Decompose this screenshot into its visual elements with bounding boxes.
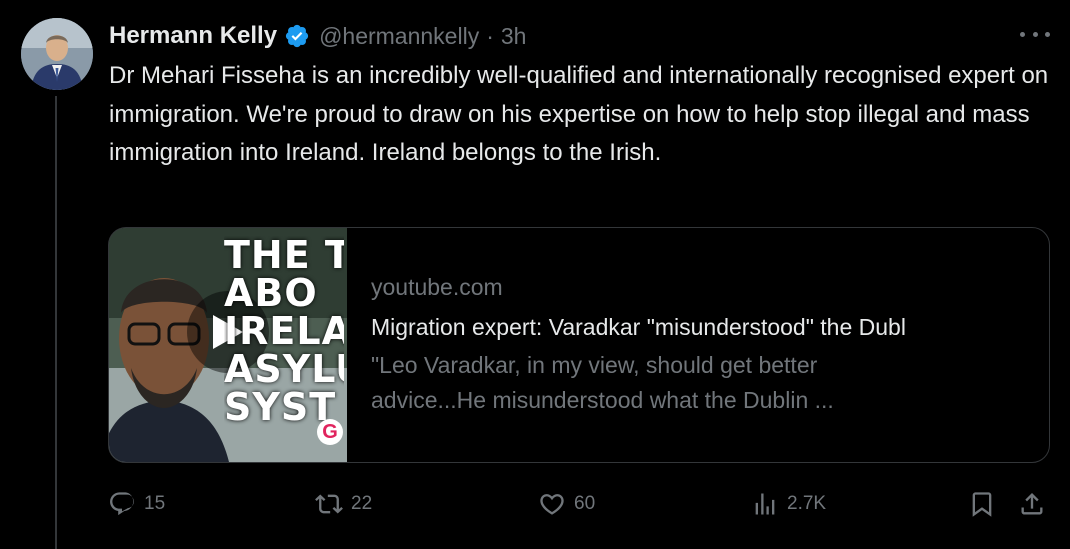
share-button[interactable]	[1018, 486, 1046, 522]
thread-line	[55, 96, 57, 549]
bookmark-button[interactable]	[968, 486, 996, 522]
author-name[interactable]: Hermann Kelly	[109, 22, 277, 50]
repost-icon	[315, 494, 343, 514]
reply-button[interactable]: 15	[108, 486, 165, 522]
card-title: Migration expert: Varadkar "misunderstoo…	[371, 314, 906, 340]
repost-count: 22	[351, 493, 373, 514]
verified-icon[interactable]	[284, 23, 310, 49]
reply-count: 15	[144, 493, 166, 514]
tweet-text: Dr Mehari Fisseha is an incredibly well-…	[109, 62, 1049, 166]
thumbnail-badge: G	[317, 419, 343, 445]
more-dot	[1045, 31, 1050, 37]
avatar-image	[21, 18, 93, 90]
tweet-header: Hermann Kelly @hermannkelly · 3h	[109, 19, 526, 53]
card-body[interactable]: youtube.com Migration expert: Varadkar "…	[371, 272, 1041, 418]
more-dot	[1032, 31, 1038, 37]
views-button[interactable]: 2.7K	[751, 486, 826, 522]
reply-icon	[110, 492, 134, 516]
avatar[interactable]	[21, 18, 93, 90]
link-card[interactable]: THE TR ABO IRELAN ASYLU SYST G youtube.c…	[108, 227, 1050, 463]
more-dot	[1020, 31, 1025, 37]
tweet[interactable]: Hermann Kelly @hermannkelly · 3h Dr Meha…	[0, 0, 1070, 549]
views-count: 2.7K	[787, 493, 827, 514]
tweet-time[interactable]: 3h	[501, 23, 527, 50]
like-count: 60	[574, 493, 596, 514]
like-icon	[540, 494, 564, 515]
action-bar: 15 22 60 2.7K	[108, 486, 1053, 522]
card-domain: youtube.com	[371, 274, 503, 300]
card-thumbnail[interactable]: THE TR ABO IRELAN ASYLU SYST G	[109, 228, 347, 462]
header-separator: ·	[486, 22, 494, 49]
bookmark-icon	[972, 492, 992, 517]
share-icon	[1021, 493, 1043, 515]
thumbnail-caption: THE TR ABO IRELAN ASYLU SYST	[224, 236, 344, 429]
repost-button[interactable]: 22	[315, 486, 372, 522]
card-description: "Leo Varadkar, in my view, should get be…	[371, 352, 834, 413]
like-button[interactable]: 60	[538, 486, 595, 522]
author-handle[interactable]: @hermannkelly	[319, 23, 479, 50]
views-icon	[755, 493, 775, 515]
more-icon[interactable]	[1020, 22, 1050, 46]
